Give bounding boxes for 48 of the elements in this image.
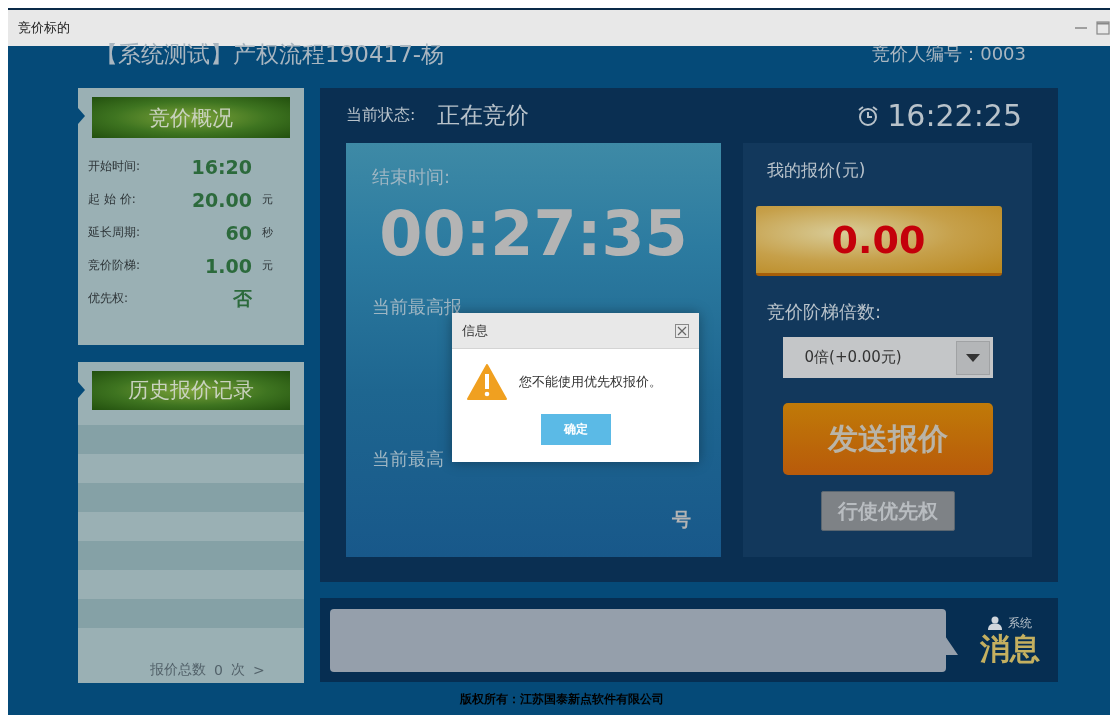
field-label: 延长周期:: [87, 224, 142, 241]
field-label: 竞价阶梯:: [87, 257, 142, 274]
window-title: 竞价标的: [18, 19, 70, 37]
close-icon[interactable]: [675, 323, 689, 338]
panel-heading: 竞价概况: [92, 97, 290, 138]
pointer-notch: [78, 382, 85, 398]
step-multiplier-dropdown[interactable]: 0倍(+0.00元): [782, 337, 993, 378]
next-link[interactable]: >: [252, 661, 265, 678]
dialog-title: 信息: [462, 321, 488, 340]
end-time-label: 结束时间:: [372, 165, 452, 189]
highest-bidder-label: 当前最高: [372, 447, 445, 471]
status-label: 当前状态:: [346, 105, 416, 126]
unit-label: 元: [262, 192, 273, 207]
bid-amount-display: 0.00: [755, 206, 1002, 276]
field-label: 起 始 价:: [87, 191, 137, 208]
countdown-time: 00:27:35: [378, 199, 689, 269]
alarm-clock-icon: [857, 104, 880, 127]
field-value: 60: [224, 221, 252, 244]
panel-heading: 历史报价记录: [92, 371, 290, 410]
unit-label: 秒: [262, 225, 273, 240]
field-label: 优先权:: [87, 290, 130, 307]
field-label: 开始时间:: [87, 158, 142, 175]
pointer-notch: [78, 108, 85, 124]
total-count: 0: [214, 661, 223, 678]
field-value: 否: [232, 285, 252, 311]
field-value: 20.00: [190, 188, 252, 211]
unit-label: 元: [262, 258, 273, 273]
number-suffix: 号: [672, 507, 691, 532]
caret-icon: [965, 353, 980, 362]
my-bid-label: 我的报价(元): [767, 159, 866, 182]
unit-label: 次: [230, 660, 245, 679]
clock-time: 16:22:25: [887, 98, 1022, 133]
maximize-icon[interactable]: [1096, 21, 1110, 35]
field-value: 16:20: [190, 155, 252, 178]
step-multiplier-label: 竞价阶梯倍数:: [767, 300, 882, 324]
person-icon: [988, 616, 1002, 630]
bidder-number: 竞价人编号：0003: [872, 44, 1026, 64]
warning-icon: [467, 364, 507, 400]
project-title: 【系统测试】产权流程190417-杨: [95, 42, 445, 66]
copyright-text: 版权所有：江苏国泰新点软件有限公司: [460, 690, 664, 708]
send-bid-button[interactable]: 发送报价: [782, 403, 993, 475]
field-value: 1.00: [204, 254, 252, 277]
status-value: 正在竞价: [437, 101, 530, 130]
ok-button[interactable]: 确定: [540, 414, 611, 445]
messages-title: 消息: [980, 631, 1040, 666]
total-label: 报价总数: [150, 660, 206, 679]
sender-label: 系统: [1008, 614, 1032, 632]
dialog-message: 您不能使用优先权报价。: [519, 373, 662, 391]
